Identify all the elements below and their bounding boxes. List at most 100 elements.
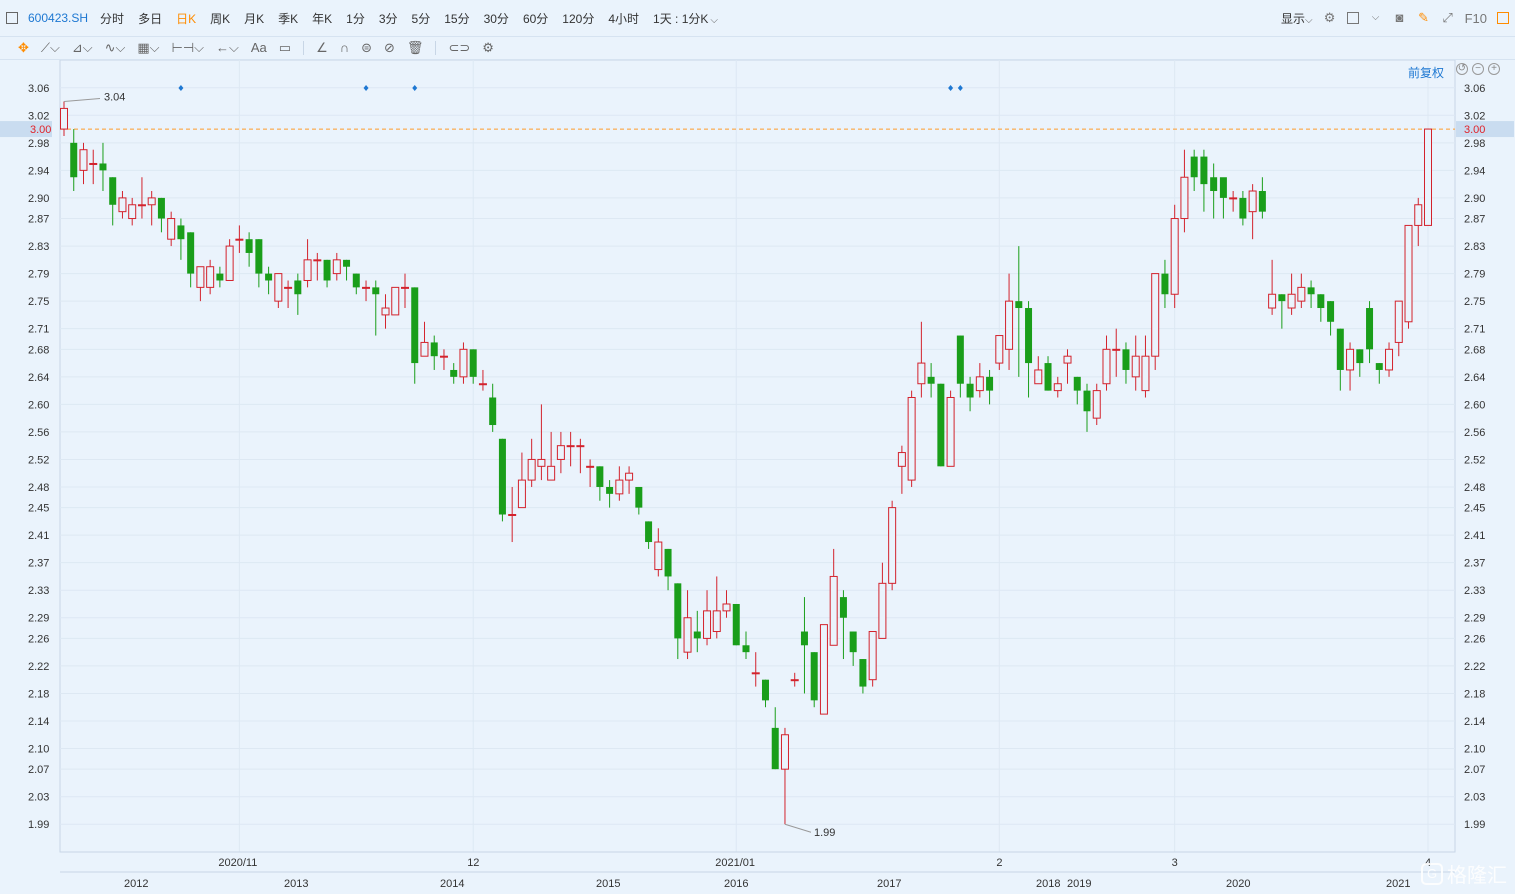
x-tick-bottom: 2021 [1386,878,1410,890]
candle-body-up [790,679,799,682]
y-tick-right: 2.79 [1464,269,1485,281]
adjust-mode-button[interactable]: 前复权 [1408,64,1444,81]
candle-body-up [1394,300,1403,343]
move-cross-icon[interactable]: ✥ [18,40,29,56]
candle-body-down [489,397,497,426]
chevron-down-icon[interactable]: ⌵ [1369,11,1383,25]
candle-body-up [566,445,575,448]
top-toolbar: 600423.SH 分时 多日 日K 周K 月K 季K 年K 1分 3分 5分 15分 30分 60分 1… [0,0,1515,37]
line-tool-icon[interactable]: ⟋⌵ [41,40,60,56]
candle-body-down [1219,177,1227,198]
y-tick-left: 2.71 [28,324,49,336]
reset-icon[interactable]: ↺ [1456,63,1468,75]
arrow-tool-icon[interactable]: ←⌵ [216,40,239,56]
f10-button[interactable]: F10 [1465,11,1487,26]
hide-icon[interactable]: ⊘ [384,40,395,56]
y-tick-left: 2.22 [28,661,49,673]
period-tab-2[interactable]: 日K [176,10,196,27]
candle-body-up [89,162,98,165]
candle-body-down [265,273,273,281]
x-tick-bottom: 2019 [1067,878,1091,890]
y-tick-right: 2.98 [1464,138,1485,150]
y-tick-right: 2.71 [1464,324,1485,336]
period-tab-12[interactable]: 60分 [523,10,548,27]
lock-icon[interactable]: ⊜ [361,40,372,56]
candle-body-up [1151,273,1160,357]
y-tick-left: 3.02 [28,110,49,122]
angle-tool-icon[interactable]: ∠ [316,40,328,56]
zoom-in-icon[interactable]: + [1488,63,1500,75]
candle-body-down [99,163,107,171]
period-tab-13[interactable]: 120分 [562,10,594,27]
window-icon[interactable] [1346,12,1359,24]
wave-tool-icon[interactable]: ∿⌵ [105,40,126,56]
period-tab-0[interactable]: 分时 [100,10,124,27]
period-tab-14[interactable]: 4小时 [608,10,639,27]
y-tick-right: 2.14 [1464,716,1485,728]
stock-symbol[interactable]: 600423.SH [28,11,88,25]
candle-body-up [508,514,517,517]
text-tool-icon[interactable]: Aa [251,40,267,55]
candle-body-up [517,479,526,509]
magnet-icon[interactable]: ∩ [340,40,349,55]
zoom-out-icon[interactable]: − [1472,63,1484,75]
candle-body-up [401,286,409,289]
period-tab-5[interactable]: 季K [278,10,298,27]
period-tab-4[interactable]: 月K [244,10,264,27]
period-tab-3[interactable]: 周K [210,10,230,27]
candle-body-up [147,197,156,206]
candle-body-up [547,465,556,481]
y-tick-left: 2.94 [28,165,49,177]
candle-body-up [478,383,487,386]
candle-body-up [683,617,692,653]
camera-icon[interactable]: ◙ [1393,11,1407,25]
period-tab-9[interactable]: 5分 [412,10,431,27]
y-tick-right: 2.48 [1464,482,1485,494]
y-tick-left: 2.33 [28,585,49,597]
candle-body-down [693,631,701,639]
pencil-icon[interactable]: ✎ [1417,11,1431,25]
layout-toggle-icon[interactable] [6,12,18,24]
display-menu[interactable]: 显示⌵ [1281,10,1313,27]
candle-body-up [576,445,585,448]
candle-body-up [878,582,887,639]
y-tick-right: 2.87 [1464,214,1485,226]
channel-tool-icon[interactable]: ⊿⌵ [72,40,93,56]
kline-chart[interactable]: 3.06 3.06 3.02 3.02 2.98 2.98 2.94 2.94 2.90 2.90… [0,60,1515,894]
period-tab-6[interactable]: 年K [312,10,332,27]
period-tab-11[interactable]: 30分 [484,10,509,27]
candle-body-up [897,452,906,467]
candle-body-up [1404,224,1413,323]
settings-icon[interactable]: ⚙ [482,40,494,56]
y-tick-left: 2.41 [28,530,49,542]
candle-body-up [1131,355,1140,378]
period-tab-7[interactable]: 1分 [346,10,365,27]
comment-tool-icon[interactable]: ▭ [279,40,291,56]
candle-body-up [1102,348,1111,385]
fib-tool-icon[interactable]: ▦⌵ [137,40,159,56]
y-tick-left: 2.64 [28,372,49,384]
y-tick-right: 2.29 [1464,613,1485,625]
candle-body-down [245,239,253,253]
fullscreen-icon[interactable]: ⤢ [1441,11,1455,25]
candle-body-up [1346,348,1355,371]
candle-body-down [1317,294,1325,309]
candle-body-down [343,259,351,267]
measure-tool-icon[interactable]: ⊢⊣⌵ [172,40,205,56]
candle-body-up [1248,190,1257,213]
y-tick-left: 2.75 [28,296,49,308]
trash-icon[interactable]: 🗑 [407,40,424,56]
period-tab-1[interactable]: 多日 [138,10,162,27]
candle-body-down [635,486,643,508]
candle-body-up [332,259,341,275]
y-tick-left: 1.99 [28,819,49,831]
candle-body-down [771,727,779,770]
gear-icon[interactable]: ⚙ [1323,11,1337,25]
period-tab-8[interactable]: 3分 [379,10,398,27]
period-tab-10[interactable]: 15分 [444,10,469,27]
multi-day-select[interactable]: 1天 : 1分K ⌵ [653,10,718,27]
y-tick-right: 2.83 [1464,241,1485,253]
y-tick-right: 2.75 [1464,296,1485,308]
link-icon[interactable]: ⊂⊃ [448,40,470,56]
panel-toggle-icon[interactable] [1497,12,1509,24]
